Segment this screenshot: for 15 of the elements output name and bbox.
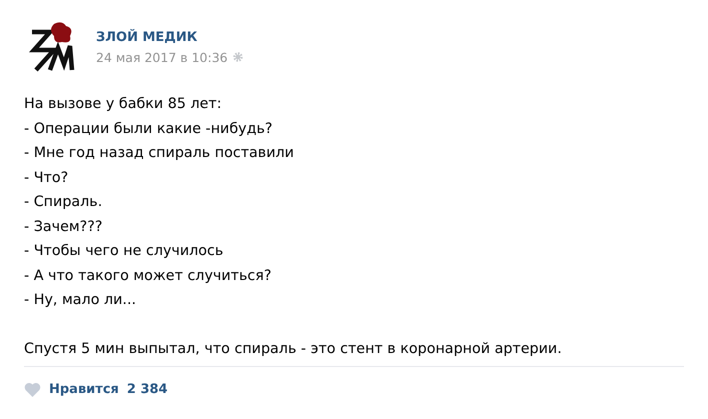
gear-icon[interactable] — [232, 52, 243, 62]
post-text-line: На вызове у бабки 85 лет: — [24, 95, 223, 114]
post-text-line: - Что? — [24, 168, 70, 188]
heart-icon[interactable] — [24, 382, 41, 397]
post-text-line: - Операции были какие -нибудь? — [24, 120, 274, 138]
like-label[interactable]: Нравится — [49, 382, 119, 397]
post-text-line: - Ну, мало ли... — [24, 291, 138, 310]
post-text-line: - Чтобы чего не случилось — [24, 242, 224, 261]
like-count: 2 384 — [126, 382, 168, 397]
post-text-line: - Спираль. — [24, 193, 104, 212]
author-name[interactable]: ЗЛОЙ МЕДИК — [96, 30, 243, 44]
post-text-line: - Зачем??? — [24, 218, 104, 236]
post-text-line: - Мне год назад спираль поставили — [24, 144, 295, 163]
post-text-line: Спустя 5 мин выпытал, что спираль - это стент в коронарной артерии. — [24, 340, 563, 358]
post-text-line: - А что такого может случиться? — [24, 266, 272, 286]
